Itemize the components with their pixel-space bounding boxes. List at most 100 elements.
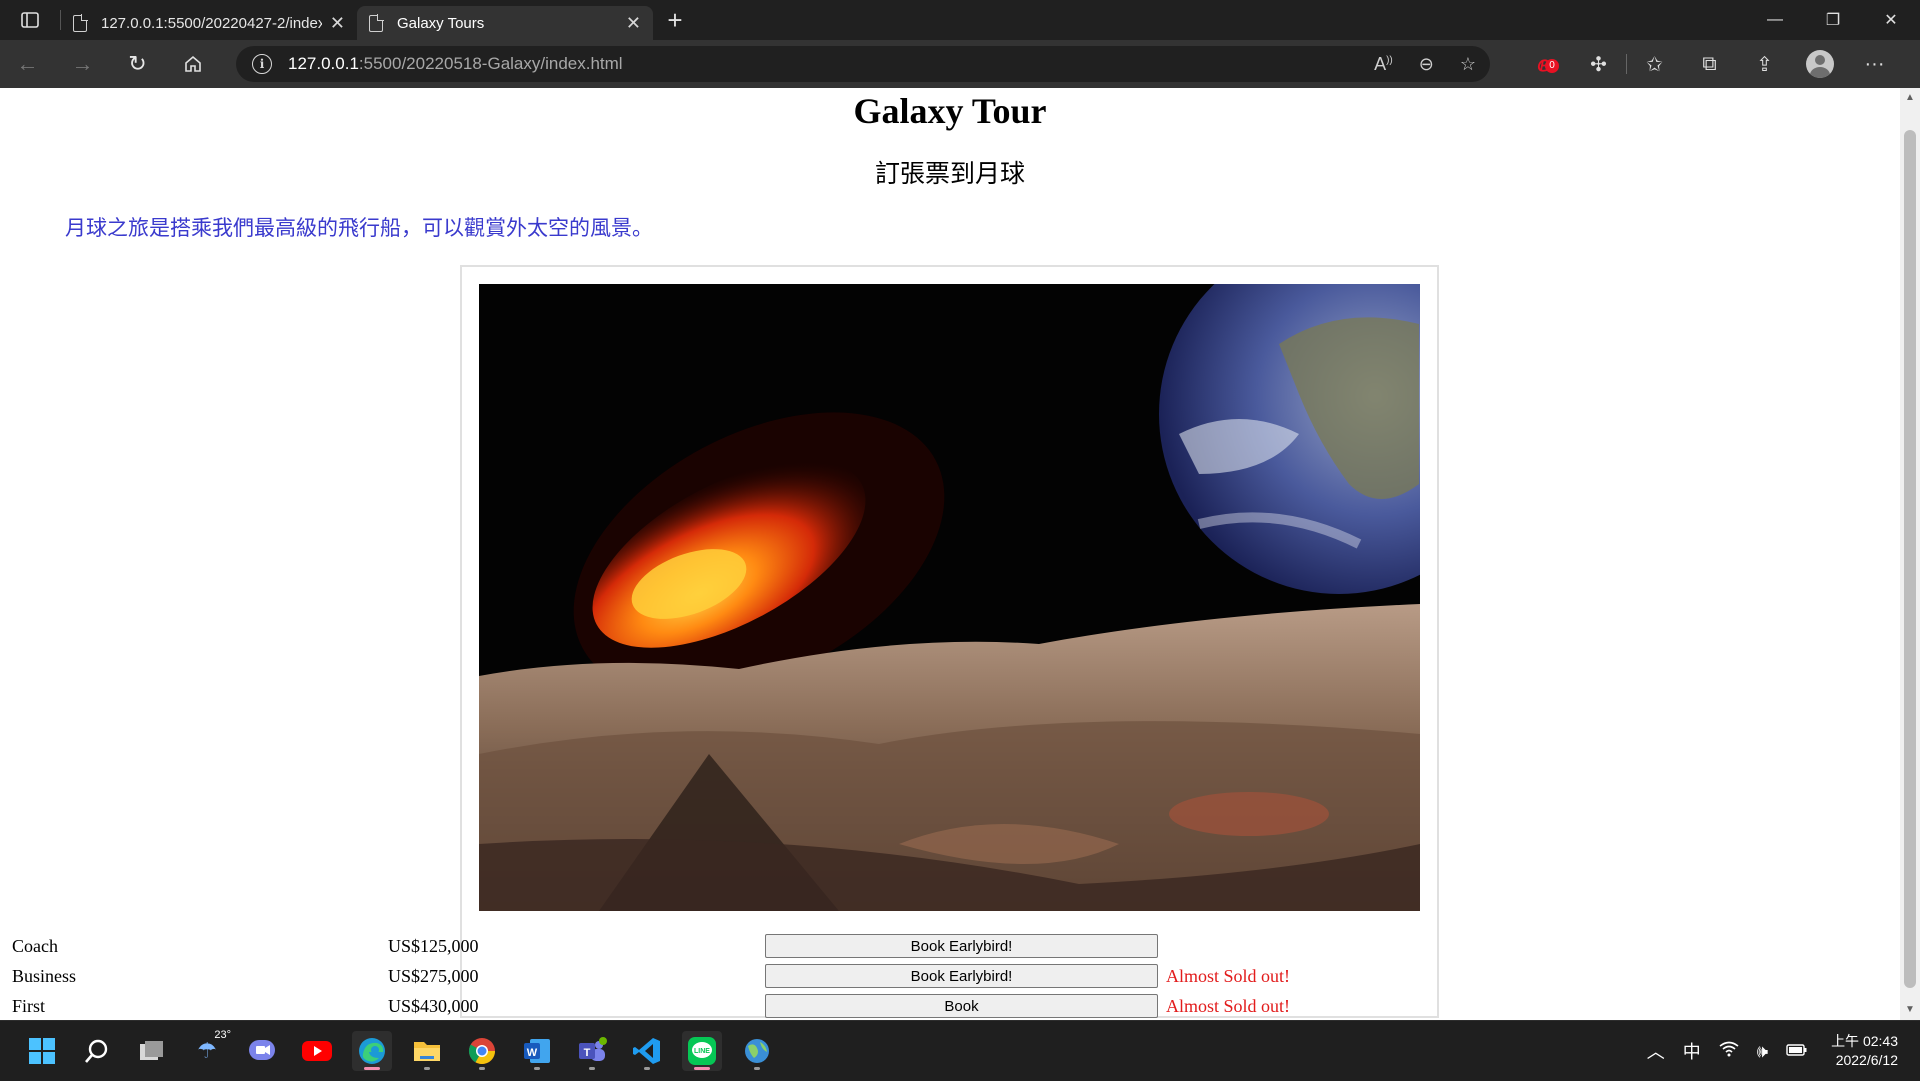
running-indicator — [424, 1067, 430, 1070]
chat-icon — [249, 1040, 275, 1060]
close-tab-icon[interactable]: ✕ — [626, 13, 641, 34]
scroll-down-icon[interactable]: ▼ — [1900, 1002, 1920, 1018]
site-info-icon[interactable]: i — [252, 54, 272, 74]
avatar — [1805, 50, 1834, 78]
search-icon — [85, 1039, 108, 1063]
url-host: 127.0.0.1 — [288, 54, 359, 73]
chrome-app[interactable] — [462, 1031, 502, 1071]
back-button[interactable]: ← — [0, 40, 55, 88]
more-menu-icon[interactable]: ··· — [1847, 53, 1902, 76]
svg-text:T: T — [584, 1047, 591, 1059]
search-button[interactable] — [77, 1031, 117, 1071]
extensions-icon[interactable]: ✣ — [1571, 52, 1626, 77]
tab-galaxy-tours[interactable]: Galaxy Tours ✕ — [357, 6, 653, 40]
chrome-icon — [468, 1038, 496, 1065]
teams-app[interactable]: T — [572, 1031, 612, 1071]
page-subtitle: 訂張票到月球 — [874, 159, 1025, 188]
tab-localhost[interactable]: 127.0.0.1:5500/20220427-2/index.html ✕ — [61, 6, 357, 40]
availability-note: Almost Sold out! — [1166, 966, 1291, 986]
scroll-up-icon[interactable]: ▲ — [1900, 90, 1920, 106]
availability-note: Almost Sold out! — [1166, 996, 1291, 1016]
youtube-icon — [302, 1041, 332, 1061]
word-app[interactable]: W — [517, 1031, 557, 1071]
fare-row-first: First US$430,000 Book Almost Sold out! — [12, 994, 1412, 1018]
start-button[interactable] — [22, 1031, 62, 1071]
wifi-icon[interactable] — [1719, 1041, 1739, 1062]
vscode-icon — [633, 1038, 660, 1064]
minimize-button[interactable]: — — [1746, 0, 1804, 40]
edge-icon — [359, 1038, 385, 1064]
teams-icon: T — [579, 1037, 607, 1061]
volume-icon[interactable]: 🕪 — [1757, 1041, 1768, 1062]
running-indicator — [754, 1067, 760, 1070]
page-icon — [73, 13, 88, 32]
address-bar[interactable]: i 127.0.0.1:5500/20220518-Galaxy/index.h… — [236, 46, 1490, 82]
zoom-out-icon[interactable]: ⊖ — [1419, 54, 1434, 75]
line-icon: LINE — [688, 1037, 716, 1065]
close-window-button[interactable]: ✕ — [1862, 0, 1920, 40]
page-title: Galaxy Tour — [853, 91, 1047, 131]
line-app[interactable]: LINE — [682, 1031, 722, 1071]
svg-text:W: W — [527, 1047, 538, 1059]
fare-class: First — [12, 996, 46, 1016]
running-indicator — [534, 1067, 540, 1070]
fare-price: US$430,000 — [388, 996, 479, 1016]
task-view-icon — [140, 1041, 163, 1060]
book-coach-button[interactable]: Book Earlybird! — [765, 934, 1158, 958]
share-icon[interactable]: ⇪ — [1737, 52, 1792, 77]
fare-row-business: Business US$275,000 Book Earlybird! Almo… — [12, 964, 1412, 988]
clock-time: 上午 02:43 — [1831, 1033, 1898, 1049]
collections-icon[interactable]: ⧉ — [1682, 53, 1737, 76]
battery-icon[interactable] — [1786, 1041, 1808, 1062]
restore-button[interactable]: ❐ — [1804, 0, 1862, 40]
input-method-indicator[interactable]: 中 — [1683, 1038, 1701, 1064]
clock-date: 2022/6/12 — [1835, 1052, 1898, 1068]
running-indicator — [589, 1067, 595, 1070]
windows-taskbar: ☂ 23° W T LINE ︿ 中 🕪 上午 02:43 2022/6/12 — [0, 1020, 1920, 1080]
tab-actions-icon[interactable] — [0, 0, 60, 40]
scroll-thumb[interactable] — [1904, 130, 1916, 988]
word-icon: W — [524, 1039, 550, 1063]
address-bar-actions: A)) ⊖ ☆ — [1374, 46, 1476, 82]
clock[interactable]: 上午 02:43 2022/6/12 — [1831, 1032, 1898, 1070]
add-favorite-icon[interactable]: ☆ — [1460, 54, 1476, 75]
show-hidden-icons-icon[interactable]: ︿ — [1647, 1038, 1665, 1064]
favorites-icon[interactable]: ✩ — [1627, 52, 1682, 77]
browser-app[interactable] — [737, 1031, 777, 1071]
close-tab-icon[interactable]: ✕ — [330, 13, 345, 34]
toolbar-extensions: ⅇ 0 ✣ ✩ ⧉ ⇪ ··· — [1516, 40, 1902, 88]
youtube-app[interactable] — [297, 1031, 337, 1071]
weather-widget[interactable]: ☂ 23° — [187, 1029, 231, 1071]
extension-notification-icon[interactable]: ⅇ 0 — [1516, 52, 1571, 77]
intro-text: 月球之旅是搭乘我們最高級的飛行船，可以觀賞外太空的風景。 — [65, 216, 653, 240]
active-indicator — [364, 1067, 380, 1070]
page-scrollbar[interactable]: ▲ ▼ — [1900, 88, 1920, 1020]
fare-price: US$125,000 — [388, 936, 479, 956]
teams-chat-app[interactable] — [242, 1031, 282, 1071]
globe-icon — [745, 1039, 769, 1063]
tab-title: Galaxy Tours — [397, 14, 485, 32]
file-explorer-app[interactable] — [407, 1031, 447, 1071]
space-scene-illustration — [479, 284, 1420, 911]
book-first-button[interactable]: Book — [765, 994, 1158, 1018]
page-viewport: Galaxy Tour 訂張票到月球 月球之旅是搭乘我們最高級的飛行船，可以觀賞… — [0, 88, 1920, 1020]
forward-button[interactable]: → — [55, 40, 110, 88]
system-tray: ︿ 中 🕪 上午 02:43 2022/6/12 — [1638, 1021, 1920, 1081]
tab-title: 127.0.0.1:5500/20220427-2/index.html — [101, 14, 322, 32]
moon-earth-image — [479, 284, 1420, 911]
book-business-button[interactable]: Book Earlybird! — [765, 964, 1158, 988]
weather-temp: 23° — [214, 1029, 231, 1041]
new-tab-button[interactable]: + — [653, 5, 697, 36]
folder-icon — [414, 1042, 440, 1061]
read-aloud-icon[interactable]: A)) — [1374, 54, 1393, 75]
profile-button[interactable] — [1792, 50, 1847, 78]
home-button[interactable] — [165, 40, 220, 88]
notification-badge: 0 — [1545, 58, 1559, 73]
task-view-button[interactable] — [132, 1031, 172, 1071]
window-controls: — ❐ ✕ — [1746, 0, 1920, 40]
edge-app[interactable] — [352, 1031, 392, 1071]
refresh-button[interactable]: ↻ — [110, 40, 165, 88]
vscode-app[interactable] — [627, 1031, 667, 1071]
umbrella-icon: ☂ — [197, 1038, 217, 1063]
fare-row-coach: Coach US$125,000 Book Earlybird! — [12, 934, 1412, 958]
